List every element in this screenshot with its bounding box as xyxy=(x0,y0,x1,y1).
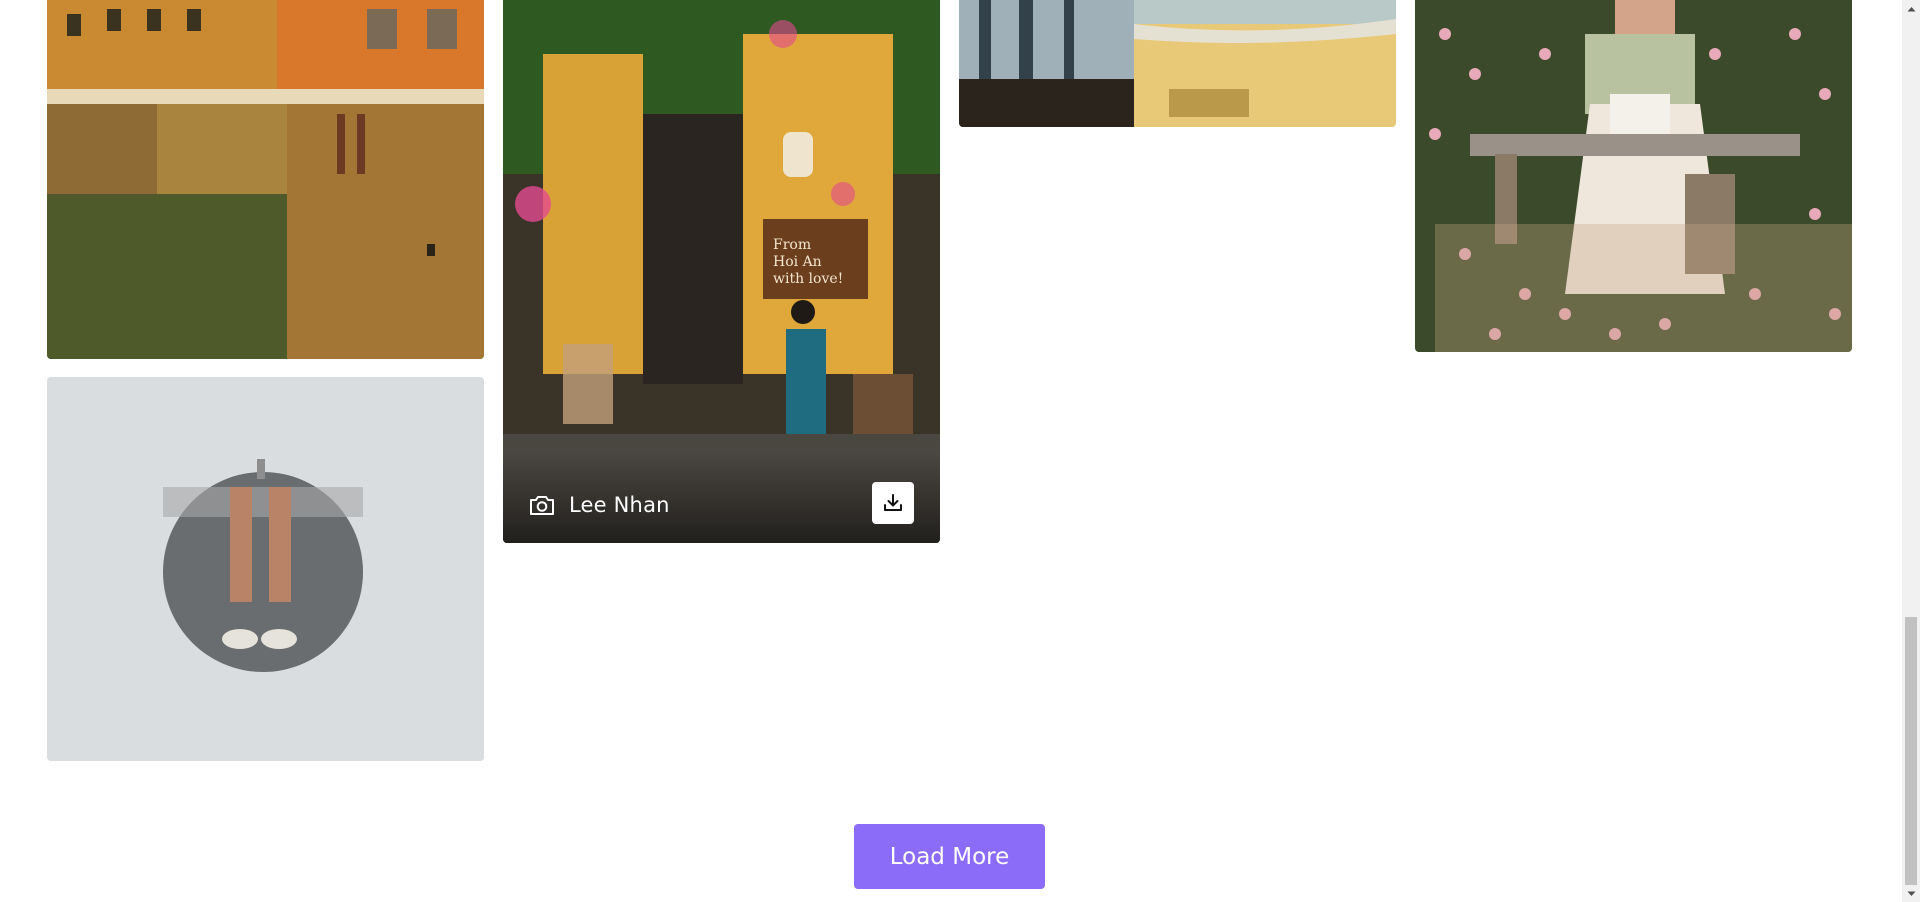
scroll-down-arrow-icon[interactable] xyxy=(1902,885,1920,902)
scroll-up-arrow-icon[interactable] xyxy=(1902,0,1920,17)
camera-icon xyxy=(530,496,554,515)
photo-florence-image xyxy=(47,0,484,359)
svg-text:with love!: with love! xyxy=(773,271,843,287)
vertical-scrollbar[interactable] xyxy=(1902,0,1920,902)
svg-text:Hoi An: Hoi An xyxy=(773,254,822,270)
photo-woman-bench[interactable] xyxy=(1415,0,1852,352)
load-more-button[interactable]: Load More xyxy=(854,824,1045,889)
photo-beach-image xyxy=(959,0,1396,127)
scrollbar-thumb[interactable] xyxy=(1905,617,1917,885)
photo-hoi-an-cafe[interactable]: From Hoi An with love! Lee Nhan xyxy=(503,0,940,543)
photo-florence-buildings[interactable] xyxy=(47,0,484,359)
photographer-name[interactable]: Lee Nhan xyxy=(569,493,670,517)
download-button[interactable] xyxy=(872,482,914,524)
photo-mirror-feet[interactable] xyxy=(47,377,484,761)
photo-credit: Lee Nhan xyxy=(529,493,670,517)
svg-text:From: From xyxy=(773,237,811,253)
photo-mirror-image xyxy=(47,377,484,761)
download-icon xyxy=(884,494,902,511)
photo-beach[interactable] xyxy=(959,0,1396,127)
photo-woman-bench-image xyxy=(1415,0,1852,352)
gallery-page: From Hoi An with love! Lee Nhan Load Mor… xyxy=(0,0,1920,902)
